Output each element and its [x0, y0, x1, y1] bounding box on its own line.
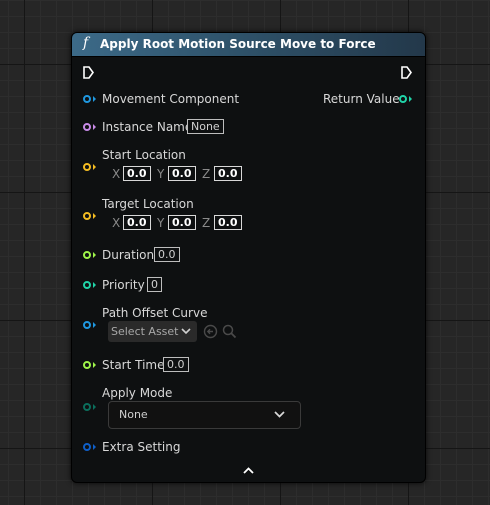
use-selected-asset-icon[interactable]	[203, 324, 218, 339]
start-x-axis-label: X	[112, 167, 121, 181]
pin-arrow-icon	[93, 404, 96, 410]
movement-component-label: Movement Component	[102, 92, 240, 106]
pin-arrow-icon	[93, 96, 96, 102]
apply-mode-value: None	[119, 408, 148, 421]
pin-arrow-icon	[93, 164, 96, 170]
pin-arrow-icon	[93, 322, 96, 328]
chevron-down-icon	[181, 328, 191, 335]
priority-field[interactable]: 0	[147, 277, 162, 292]
instance-name-field[interactable]: None	[187, 119, 224, 134]
vector-pin-icon[interactable]	[83, 163, 91, 171]
exec-in-pin-icon[interactable]	[83, 66, 94, 79]
start-time-field[interactable]: 0.0	[163, 357, 189, 372]
target-location-label: Target Location	[102, 197, 194, 211]
select-asset-dropdown[interactable]: Select Asset	[108, 321, 197, 342]
object-pin-icon[interactable]	[83, 95, 91, 103]
struct-pin-icon[interactable]	[83, 443, 91, 451]
pin-arrow-icon	[93, 213, 96, 219]
node-header[interactable]: f Apply Root Motion Source Move to Force	[72, 33, 425, 57]
start-z-axis-label: Z	[202, 167, 211, 181]
enum-pin-icon[interactable]	[83, 403, 91, 411]
pin-arrow-icon	[93, 124, 96, 130]
float-pin-icon[interactable]	[83, 251, 91, 259]
integer-pin-icon[interactable]	[83, 281, 91, 289]
start-time-label: Start Time	[102, 358, 165, 372]
extra-setting-label: Extra Setting	[102, 440, 181, 454]
priority-label: Priority	[102, 278, 145, 292]
instance-name-label: Instance Name	[102, 120, 193, 134]
target-y-axis-label: Y	[157, 216, 165, 230]
start-location-z-field[interactable]: 0.0	[214, 166, 242, 181]
exec-out-pin-icon[interactable]	[401, 66, 412, 79]
duration-label: Duration	[102, 248, 155, 262]
select-asset-label: Select Asset	[111, 325, 179, 338]
path-offset-curve-label: Path Offset Curve	[102, 306, 208, 320]
browse-asset-icon[interactable]	[222, 324, 237, 339]
pin-arrow-icon	[93, 362, 96, 368]
pin-arrow-icon	[93, 444, 96, 450]
chevron-up-icon[interactable]	[243, 467, 254, 474]
start-location-y-field[interactable]: 0.0	[168, 166, 196, 181]
start-y-axis-label: Y	[157, 167, 165, 181]
target-x-axis-label: X	[112, 216, 121, 230]
chevron-down-icon	[274, 411, 285, 418]
start-location-x-field[interactable]: 0.0	[123, 166, 151, 181]
pin-arrow-icon	[93, 282, 96, 288]
node-title: Apply Root Motion Source Move to Force	[100, 37, 376, 51]
float-pin-icon[interactable]	[83, 361, 91, 369]
name-pin-icon[interactable]	[83, 123, 91, 131]
duration-field[interactable]: 0.0	[154, 247, 180, 262]
target-location-y-field[interactable]: 0.0	[168, 215, 196, 230]
return-pin-icon[interactable]	[399, 95, 407, 103]
apply-mode-dropdown[interactable]: None	[108, 401, 301, 429]
target-z-axis-label: Z	[202, 216, 211, 230]
apply-mode-label: Apply Mode	[102, 386, 173, 400]
vector-pin-icon[interactable]	[83, 212, 91, 220]
object-pin-icon[interactable]	[83, 321, 91, 329]
target-location-z-field[interactable]: 0.0	[214, 215, 242, 230]
target-location-x-field[interactable]: 0.0	[123, 215, 151, 230]
pin-arrow-icon	[409, 96, 412, 102]
function-icon: f	[83, 35, 89, 51]
pin-arrow-icon	[93, 252, 96, 258]
return-value-label: Return Value	[323, 92, 400, 106]
start-location-label: Start Location	[102, 148, 186, 162]
function-node[interactable]: f Apply Root Motion Source Move to Force…	[71, 32, 426, 483]
